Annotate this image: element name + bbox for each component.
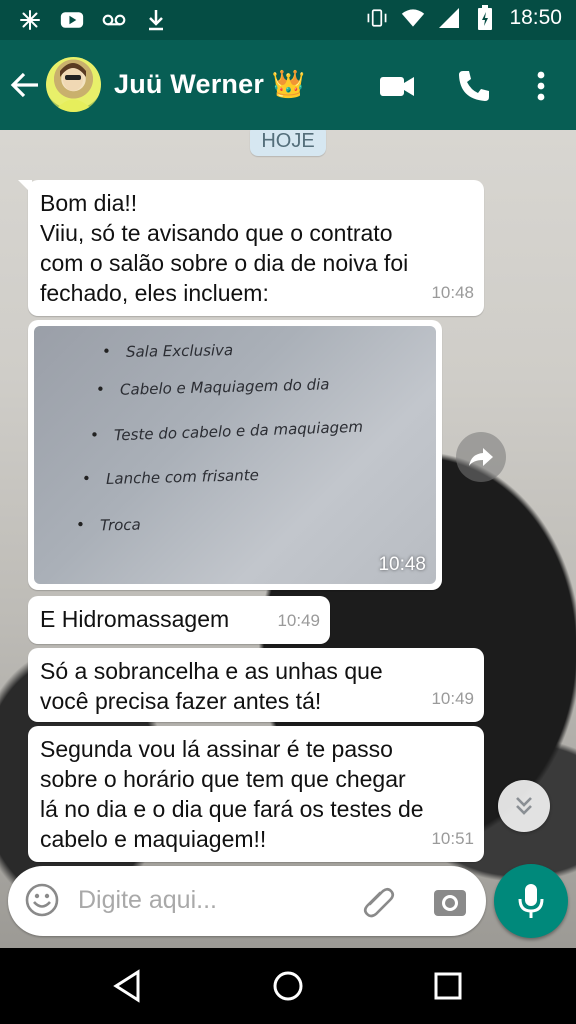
message-time: 10:48: [378, 554, 426, 575]
chat-header: Juü Werner 👑: [0, 40, 576, 130]
status-time: 18:50: [509, 6, 562, 29]
chevron-double-down-icon: [516, 797, 532, 815]
photo-attachment[interactable]: Sala Exclusiva Cabelo e Maquiagem do dia…: [34, 326, 436, 584]
youtube-icon: [60, 8, 84, 32]
nav-home-icon[interactable]: [268, 966, 308, 1006]
camera-icon[interactable]: [430, 882, 470, 922]
message-text: Bom dia!! Viiu, só te avisando que o con…: [40, 190, 409, 306]
photo-list-item: Sala Exclusiva: [126, 341, 233, 361]
forward-button[interactable]: [456, 432, 506, 482]
photo-list-item: Lanche com frisante: [106, 466, 259, 488]
mic-icon: [518, 884, 544, 918]
message-time: 10:51: [431, 829, 474, 848]
more-vert-icon[interactable]: [522, 66, 562, 106]
avatar[interactable]: [46, 57, 101, 112]
image-message[interactable]: Sala Exclusiva Cabelo e Maquiagem do dia…: [28, 320, 442, 590]
status-bar: 18:50: [0, 0, 576, 40]
nav-back-icon[interactable]: [108, 966, 148, 1006]
attach-icon[interactable]: [358, 882, 398, 922]
message-bubble[interactable]: E Hidromassagem 10:49: [28, 596, 330, 644]
wifi-icon: [401, 6, 425, 30]
vibrate-icon: [365, 6, 389, 30]
nav-recents-icon[interactable]: [428, 966, 468, 1006]
scroll-to-bottom-button[interactable]: [498, 780, 550, 832]
contact-name[interactable]: Juü Werner 👑: [114, 68, 306, 100]
chat-area[interactable]: HOJE Bom dia!! Viiu, só te avisando que …: [0, 130, 576, 948]
message-text: Só a sobrancelha e as unhas que você pre…: [40, 658, 383, 714]
photo-list-item: Teste do cabelo e da maquiagem: [114, 418, 364, 445]
message-text: E Hidromassagem: [40, 606, 230, 632]
photo-list-item: Troca: [100, 516, 141, 535]
sparkle-icon: [18, 8, 42, 32]
voicemail-icon: [102, 8, 126, 32]
download-icon: [144, 8, 168, 32]
message-time: 10:49: [431, 689, 474, 708]
day-chip: HOJE: [250, 130, 326, 156]
message-bubble[interactable]: Só a sobrancelha e as unhas que você pre…: [28, 648, 484, 722]
signal-icon: [437, 6, 461, 30]
photo-list-item: Cabelo e Maquiagem do dia: [120, 375, 330, 398]
battery-icon: [473, 5, 497, 30]
bubble-tail: [18, 180, 32, 194]
phone-icon[interactable]: [454, 66, 494, 106]
emoji-icon[interactable]: [24, 882, 64, 922]
system-nav-bar: [0, 948, 576, 1024]
message-time: 10:49: [277, 611, 320, 630]
message-bubble[interactable]: Bom dia!! Viiu, só te avisando que o con…: [18, 180, 484, 316]
message-composer[interactable]: Digite aqui...: [8, 866, 486, 936]
crown-emoji: 👑: [271, 69, 306, 99]
message-text: Segunda vou lá assinar é te passo sobre …: [40, 736, 424, 852]
forward-icon: [469, 448, 493, 466]
message-input[interactable]: Digite aqui...: [78, 886, 217, 915]
mic-button[interactable]: [494, 864, 568, 938]
message-bubble[interactable]: Segunda vou lá assinar é te passo sobre …: [28, 726, 484, 862]
back-arrow-icon[interactable]: [8, 68, 42, 102]
video-call-icon[interactable]: [378, 66, 418, 106]
message-time: 10:48: [431, 283, 474, 302]
